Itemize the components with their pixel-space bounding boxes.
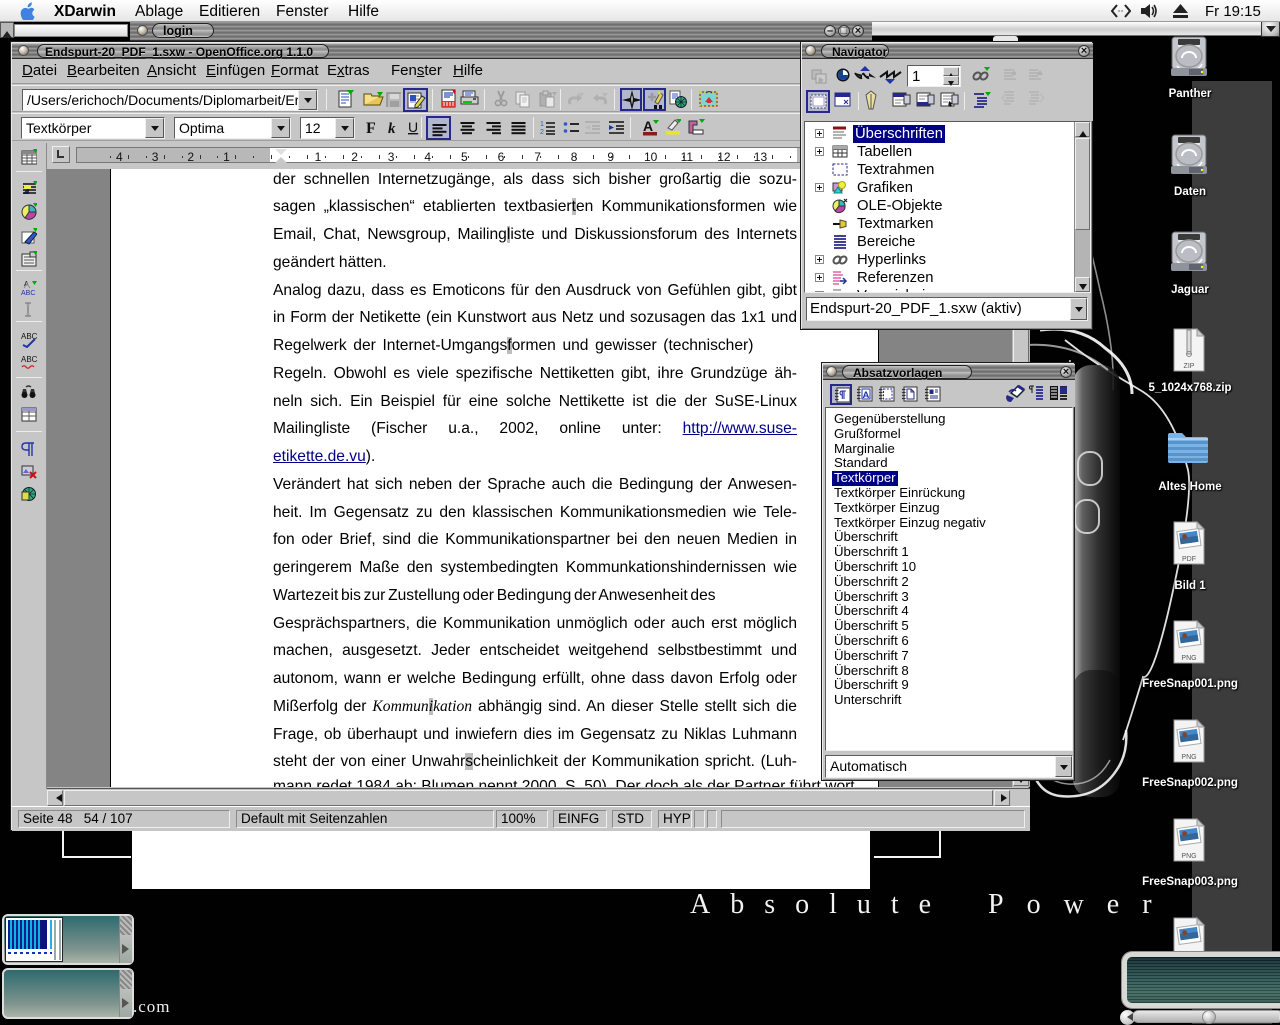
svg-text:PNG: PNG (1181, 655, 1196, 662)
svg-text:k: k (388, 121, 396, 136)
svg-text:1: 1 (540, 121, 544, 128)
svg-text:ABC: ABC (21, 355, 37, 364)
svg-text:F: F (366, 120, 376, 136)
svg-text:PNG: PNG (1181, 754, 1196, 761)
svg-text:ABC: ABC (21, 290, 35, 296)
svg-text:U: U (408, 119, 418, 135)
svg-text:PDF: PDF (1182, 556, 1196, 563)
svg-text:ZIP: ZIP (1184, 363, 1195, 370)
svg-text:PNG: PNG (1181, 853, 1196, 860)
svg-text:2: 2 (540, 129, 544, 136)
svg-text:A: A (643, 119, 653, 134)
svg-text:A: A (863, 390, 870, 401)
